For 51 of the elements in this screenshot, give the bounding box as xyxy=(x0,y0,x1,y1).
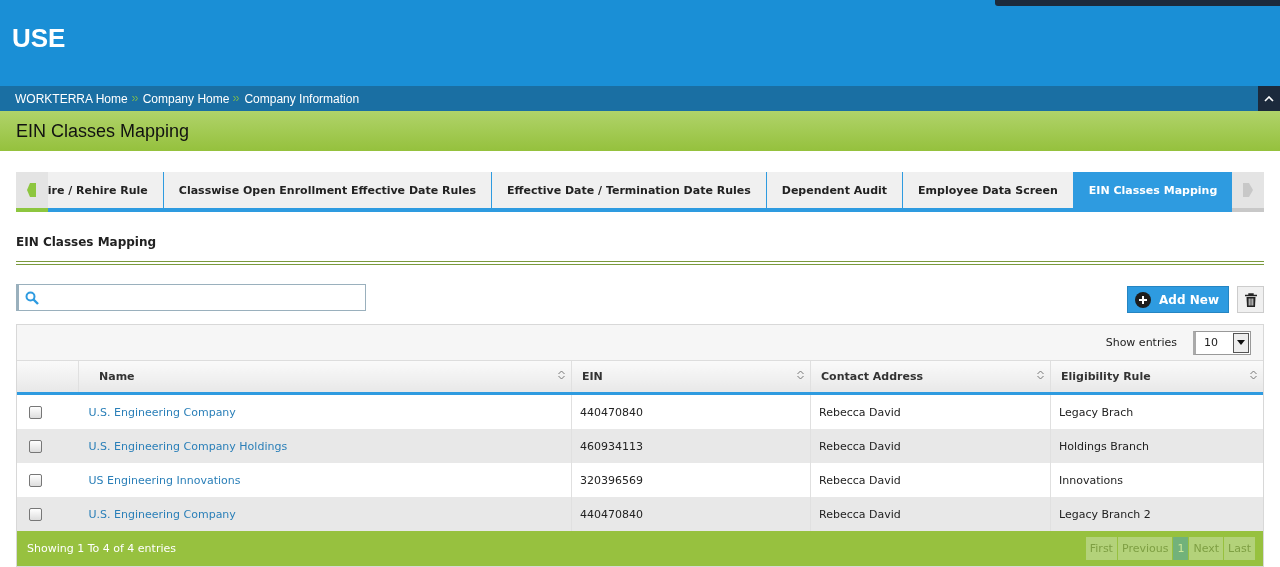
delete-button[interactable] xyxy=(1237,286,1264,313)
show-entries-label: Show entries xyxy=(1105,336,1177,349)
table-cell: 440470840 xyxy=(571,497,811,531)
row-checkbox[interactable] xyxy=(29,507,42,521)
sort-icon xyxy=(1250,370,1257,380)
breadcrumb-separator-icon xyxy=(131,95,139,102)
breadcrumb-link[interactable]: WORKTERRA Home xyxy=(15,91,128,106)
sort-icon xyxy=(1037,370,1044,380)
name-link[interactable]: U.S. Engineering Company xyxy=(78,497,572,531)
tab[interactable]: EIN Classes Mapping xyxy=(1073,172,1233,208)
breadcrumb-link[interactable]: Company Home xyxy=(142,91,230,106)
dropdown-arrow-icon xyxy=(1237,340,1245,345)
row-checkbox[interactable] xyxy=(29,439,42,453)
table-cell: Holdings Branch xyxy=(1050,429,1263,463)
collapse-button[interactable] xyxy=(1258,86,1280,111)
sort-icon xyxy=(797,370,804,380)
row-checkbox[interactable] xyxy=(29,405,42,419)
trash-icon xyxy=(1244,292,1257,307)
table-cell: Rebecca David xyxy=(810,429,1051,463)
search-icon xyxy=(25,290,39,305)
breadcrumb-link[interactable]: Company Information xyxy=(244,91,360,106)
sort-icon xyxy=(558,370,565,380)
tab[interactable]: ire / Rehire Rule xyxy=(47,172,164,208)
header-cell xyxy=(17,361,79,394)
tab[interactable]: Employee Data Screen xyxy=(903,172,1074,208)
add-new-button[interactable]: Add New xyxy=(1127,286,1229,313)
name-link[interactable]: US Engineering Innovations xyxy=(78,463,572,497)
entries-dropdown[interactable]: 10 xyxy=(1193,330,1251,355)
column-header[interactable]: Contact Address xyxy=(810,361,1051,394)
row-checkbox[interactable] xyxy=(29,473,42,487)
logo: USE xyxy=(12,22,66,54)
table-cell: 460934113 xyxy=(571,429,811,463)
tab[interactable]: Classwise Open Enrollment Effective Date Rules xyxy=(163,172,493,208)
entries-summary: Showing 1 To 4 of 4 entries xyxy=(27,542,176,555)
column-header[interactable]: EIN xyxy=(571,361,811,394)
plus-circle-icon xyxy=(1135,291,1152,308)
table-cell: Legacy Branch 2 xyxy=(1050,497,1263,531)
page-title: EIN Classes Mapping xyxy=(16,120,190,142)
breadcrumb-separator-icon xyxy=(233,95,241,102)
column-header[interactable]: Eligibility Rule xyxy=(1050,361,1263,394)
search-field[interactable] xyxy=(16,284,366,311)
tab[interactable]: Dependent Audit xyxy=(766,172,904,208)
column-header[interactable]: Name xyxy=(78,361,572,394)
section-title: EIN Classes Mapping xyxy=(16,235,158,249)
left-arrow-icon xyxy=(26,183,37,197)
caret-up-icon xyxy=(1264,95,1274,102)
name-link[interactable]: U.S. Engineering Company Holdings xyxy=(78,429,572,463)
name-link[interactable]: U.S. Engineering Company xyxy=(78,393,572,429)
tab[interactable]: Effective Date / Termination Date Rules xyxy=(492,172,767,208)
table-cell: Rebecca David xyxy=(810,497,1051,531)
right-arrow-icon xyxy=(1243,183,1254,197)
